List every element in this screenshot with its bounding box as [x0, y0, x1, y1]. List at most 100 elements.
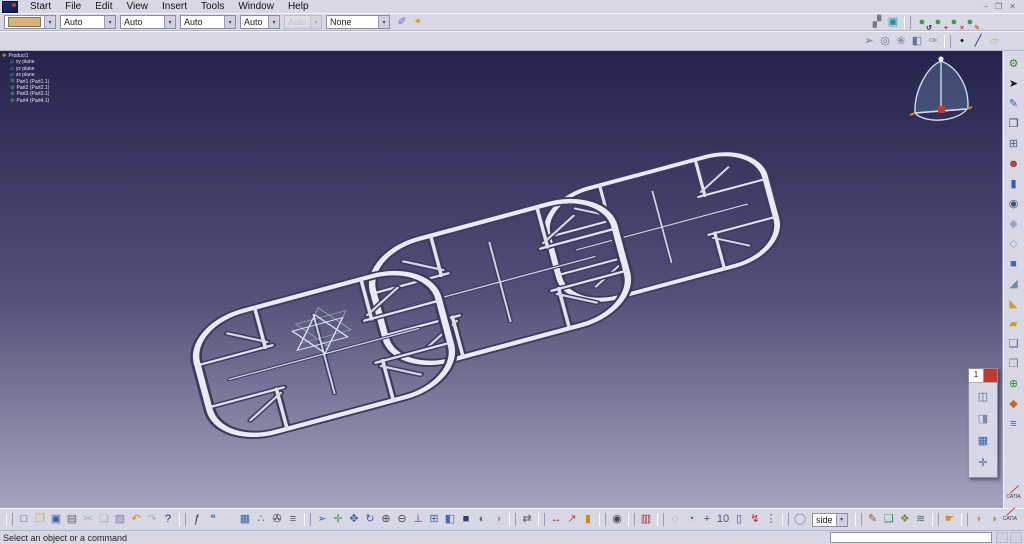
paint-button[interactable]: ✎ — [865, 512, 881, 528]
plane-button[interactable]: ▱ — [986, 33, 1002, 49]
open-button[interactable]: ❐ — [32, 512, 48, 528]
catalog-new-button[interactable]: ●+ — [930, 14, 946, 30]
sketcher-button[interactable]: ✎ — [1006, 96, 1022, 112]
close-icon[interactable]: ✕ — [1009, 2, 1016, 11]
new-window-button[interactable]: ⊞ — [1006, 136, 1022, 152]
layers-button[interactable]: ≋ — [913, 512, 929, 528]
image-capture-button[interactable]: ❏ — [881, 512, 897, 528]
zoom-out-button[interactable]: ⊖ — [394, 512, 410, 528]
wedge-color-button[interactable]: ◆ — [1006, 396, 1022, 412]
catalog-edit-button[interactable]: ●✎ — [962, 14, 978, 30]
menu-help-item[interactable]: Help — [281, 1, 316, 12]
3d-viewport[interactable]: ❖Product1▱xy plane▱yz plane▱zx plane⚙Par… — [0, 51, 1024, 508]
pad-button[interactable]: ▮ — [1006, 176, 1022, 192]
print-button[interactable]: ▤ — [64, 512, 80, 528]
paste-button[interactable]: ▨ — [112, 512, 128, 528]
zoom-in-button[interactable]: ⊕ — [378, 512, 394, 528]
mass-properties-button[interactable]: ▮ — [580, 512, 596, 528]
examine-mode-button[interactable]: ◎ — [877, 33, 893, 49]
view-compass[interactable] — [910, 56, 972, 120]
cut-button[interactable]: ✂ — [80, 512, 96, 528]
stamp-button[interactable]: ❖ — [897, 512, 913, 528]
lock-button[interactable]: ✇ — [269, 512, 285, 528]
new-button[interactable]: □ — [16, 512, 32, 528]
shaded-view-button[interactable]: ■ — [458, 512, 474, 528]
line-type-combo[interactable]: Auto▾ — [120, 15, 176, 29]
shell-2-button[interactable]: ◗ — [987, 512, 1003, 528]
status-button-1[interactable] — [996, 532, 1008, 543]
instance-button[interactable]: ◫ — [975, 389, 991, 405]
power-input[interactable] — [830, 532, 992, 543]
menu-insert-item[interactable]: Insert — [155, 1, 194, 12]
product-structure-button[interactable]: ◨ — [975, 411, 991, 427]
save-button[interactable]: ▣ — [48, 512, 64, 528]
floating-toolbar-header[interactable]: 1 — [969, 369, 997, 383]
hide-show-button[interactable]: ◐ — [474, 512, 490, 528]
wedge-button[interactable]: ◣ — [1006, 296, 1022, 312]
iso-view-button[interactable]: ◧ — [442, 512, 458, 528]
iso-cube-button[interactable]: ■ — [1006, 256, 1022, 272]
hand-button[interactable]: ☛ — [942, 512, 958, 528]
bolt-button[interactable]: ↯ — [747, 512, 763, 528]
wizard-button[interactable]: ✦ — [410, 14, 426, 30]
catalog-browse-button[interactable]: ●↺ — [914, 14, 930, 30]
clock-globe-button[interactable]: ◔ — [683, 512, 699, 528]
grid-button[interactable]: ▦ — [975, 433, 991, 449]
measure-between-button[interactable]: ↔ — [548, 512, 564, 528]
world-button[interactable]: ⊕ — [1006, 376, 1022, 392]
snap-button[interactable]: ✛ — [975, 455, 991, 471]
lighting-button[interactable]: ❀ — [893, 33, 909, 49]
line-weight-combo[interactable]: Auto▾ — [60, 15, 116, 29]
menu-view-item[interactable]: View — [119, 1, 155, 12]
painter-button[interactable]: ✐ — [394, 14, 410, 30]
screen-view-button[interactable]: ▣ — [885, 14, 901, 30]
knowledge-button[interactable]: · — [221, 512, 237, 528]
menu-tools-item[interactable]: Tools — [194, 1, 231, 12]
star-sketch[interactable] — [288, 301, 355, 360]
app-icon[interactable] — [2, 1, 18, 13]
stack-button[interactable]: ⋮ — [763, 512, 779, 528]
menu-file-item[interactable]: File — [58, 1, 88, 12]
normal-view-button[interactable]: ⊥ — [410, 512, 426, 528]
object-list-button[interactable]: ≡ — [285, 512, 301, 528]
grate-left[interactable] — [187, 261, 461, 447]
point-button[interactable]: • — [954, 33, 970, 49]
fill-color-combo[interactable]: ▾ — [4, 15, 56, 29]
shape-gray-2-button[interactable]: ◇ — [1006, 236, 1022, 252]
copy-button[interactable]: ❏ — [96, 512, 112, 528]
status-button-2[interactable] — [1010, 532, 1022, 543]
depth-effect-button[interactable]: ◧ — [909, 33, 925, 49]
layer-combo[interactable]: Auto▾ — [240, 15, 280, 29]
rotate-button[interactable]: ↻ — [362, 512, 378, 528]
cylinder-button[interactable]: ▯ — [731, 512, 747, 528]
whats-this-button[interactable]: ? — [160, 512, 176, 528]
comment-button[interactable]: ❝ — [205, 512, 221, 528]
capture-button[interactable]: ◉ — [609, 512, 625, 528]
undo-button[interactable]: ↶ — [128, 512, 144, 528]
compass-base-handle[interactable] — [938, 106, 945, 113]
layers-stack-button[interactable]: ≡ — [1006, 416, 1022, 432]
book-gray-button[interactable]: ❐ — [1006, 356, 1022, 372]
redo-button[interactable]: ↷ — [144, 512, 160, 528]
swap-space-button[interactable]: ◑ — [490, 512, 506, 528]
shell-1-button[interactable]: ◖ — [971, 512, 987, 528]
sectioning-button[interactable]: ▞ — [869, 14, 885, 30]
pan-button[interactable]: ✥ — [346, 512, 362, 528]
histogram-button[interactable]: ▥ — [638, 512, 654, 528]
tolerance-10-1-button[interactable]: 10 — [715, 512, 731, 528]
shape-gray-1-button[interactable]: ◆ — [1006, 216, 1022, 232]
measure-item-button[interactable]: ↗ — [564, 512, 580, 528]
fly-mode-button[interactable]: ➢ — [861, 33, 877, 49]
book-blue-button[interactable]: ❏ — [1006, 336, 1022, 352]
restore-icon[interactable]: ❐ — [995, 2, 1002, 11]
block-button[interactable]: ▰ — [1006, 316, 1022, 332]
grate-middle[interactable] — [363, 189, 637, 375]
select-button[interactable]: ➤ — [1006, 76, 1022, 92]
catalog-shape-button[interactable]: ◯ — [792, 512, 808, 528]
fly-button[interactable]: ➢ — [314, 512, 330, 528]
catalog-delete-button[interactable]: ●× — [946, 14, 962, 30]
menu-window-item[interactable]: Window — [231, 1, 281, 12]
menu-start-item[interactable]: Start — [23, 1, 58, 12]
axis-system-button[interactable]: + — [699, 512, 715, 528]
part-4-tree-item[interactable]: ⚙Part4 (Part4.1) — [2, 98, 49, 104]
